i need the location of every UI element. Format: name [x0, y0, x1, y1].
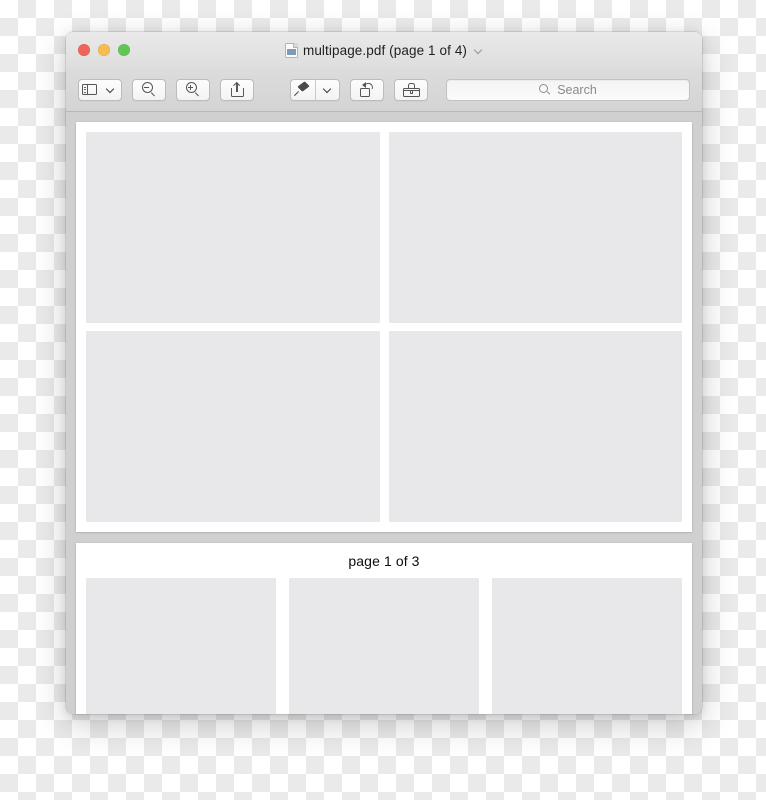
share-button[interactable]	[220, 78, 254, 101]
content-block	[388, 132, 682, 323]
content-block	[86, 331, 380, 522]
search-icon	[539, 83, 551, 96]
traffic-lights	[78, 32, 130, 68]
content-block	[86, 578, 276, 714]
markup-pen-menu-part[interactable]	[315, 80, 339, 100]
maximize-button[interactable]	[118, 44, 130, 56]
minimize-button[interactable]	[98, 44, 110, 56]
vertical-scrollbar[interactable]	[695, 116, 700, 710]
sidebar-icon	[82, 83, 97, 96]
window-title: multipage.pdf (page 1 of 4)	[302, 42, 468, 58]
rotate-button[interactable]	[350, 78, 384, 101]
zoom-in-button[interactable]	[176, 78, 210, 101]
markup-toolbar-button[interactable]	[394, 78, 428, 101]
rotate-left-icon	[359, 81, 375, 97]
chevron-down-icon	[323, 86, 331, 94]
window-title-group: multipage.pdf (page 1 of 4)	[66, 32, 702, 68]
pen-icon	[294, 81, 311, 97]
search-input[interactable]: Search	[446, 78, 690, 101]
sidebar-menu-part[interactable]	[100, 80, 121, 100]
window-titlebar: multipage.pdf (page 1 of 4)	[66, 32, 702, 68]
page-2-content-grid	[86, 578, 682, 714]
pdf-document-icon	[284, 42, 298, 58]
pdf-document-area[interactable]: page 1 of 3	[66, 112, 702, 714]
close-button[interactable]	[78, 44, 90, 56]
search-placeholder: Search	[557, 82, 597, 97]
toolbox-icon	[402, 82, 420, 97]
markup-pen-button[interactable]	[290, 78, 340, 101]
markup-pen-icon-part[interactable]	[291, 80, 315, 100]
preview-window: multipage.pdf (page 1 of 4) Search page …	[66, 32, 702, 714]
sidebar-toggle-icon-part[interactable]	[79, 80, 100, 100]
page-label: page 1 of 3	[348, 553, 420, 569]
pdf-page-2[interactable]: page 1 of 3	[76, 543, 692, 714]
content-block	[86, 132, 380, 323]
chevron-down-icon	[107, 86, 115, 94]
title-chevron-down-icon[interactable]	[474, 46, 483, 55]
share-icon	[230, 82, 244, 97]
content-block	[289, 578, 479, 714]
pdf-page-1[interactable]	[76, 122, 692, 532]
content-block	[492, 578, 682, 714]
content-block	[388, 331, 682, 522]
zoom-out-icon	[141, 82, 157, 97]
zoom-in-icon	[185, 82, 201, 97]
sidebar-toggle-button[interactable]	[78, 78, 122, 101]
window-toolbar: Search	[66, 68, 702, 112]
zoom-out-button[interactable]	[132, 78, 166, 101]
